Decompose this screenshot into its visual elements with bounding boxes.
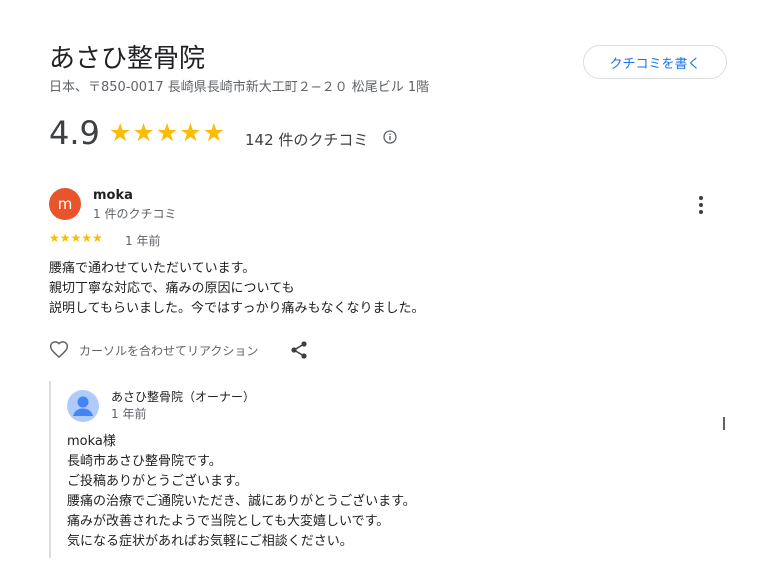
heart-icon[interactable]	[49, 340, 69, 360]
share-icon[interactable]	[290, 340, 308, 360]
reply-text-line: 痛みが改善されたようで当院としても大変嬉しいです。	[67, 514, 390, 529]
owner-avatar-icon	[67, 390, 99, 422]
place-title: あさひ整骨院	[49, 44, 206, 74]
review-count-link[interactable]: 142 件のクチコミ	[245, 129, 368, 150]
more-vert-icon[interactable]	[694, 194, 708, 216]
review-stars: ★★★★★	[49, 231, 103, 245]
review-text: 腰痛で通わせていただいています。 親切丁寧な対応で、痛みの原因についても 説明し…	[49, 259, 424, 319]
rating-value: 4.9	[49, 114, 100, 152]
reply-text-line: ご投稿ありがとうございます。	[67, 474, 248, 489]
reviewer-avatar[interactable]: m	[49, 188, 81, 220]
reply-text-line: moka様	[67, 434, 116, 449]
reply-text-line: 気になる症状があればお気軽にご相談ください。	[67, 534, 353, 549]
review-time: 1 年前	[125, 234, 161, 248]
owner-reply-text: moka様 長崎市あさひ整骨院です。 ご投稿ありがとうございます。 腰痛の治療で…	[67, 432, 416, 552]
reviewer-review-count: 1 件のクチコミ	[93, 207, 177, 221]
review-text-line: 親切丁寧な対応で、痛みの原因についても	[49, 281, 295, 296]
info-icon[interactable]	[383, 130, 397, 144]
reaction-hint[interactable]: カーソルを合わせてリアクション	[79, 342, 258, 359]
owner-name: あさひ整骨院（オーナー）	[111, 390, 256, 404]
reply-text-line: 長崎市あさひ整骨院です。	[67, 454, 222, 469]
write-review-button[interactable]: クチコミを書く	[583, 45, 727, 79]
place-address: 日本、〒850-0017 長崎県長崎市新大工町２−２０ 松尾ビル 1階	[49, 80, 430, 95]
reply-text-line: 腰痛の治療でご通院いただき、誠にありがとうございます。	[67, 494, 416, 509]
review-text-line: 腰痛で通わせていただいています。	[49, 261, 256, 276]
reply-divider	[49, 381, 51, 558]
text-cursor	[723, 417, 725, 430]
owner-reply-time: 1 年前	[111, 407, 147, 421]
reviewer-name[interactable]: moka	[93, 188, 133, 203]
review-text-line: 説明してもらいました。今ではすっかり痛みもなくなりました。	[49, 301, 425, 316]
rating-stars: ★★★★★	[109, 118, 227, 147]
